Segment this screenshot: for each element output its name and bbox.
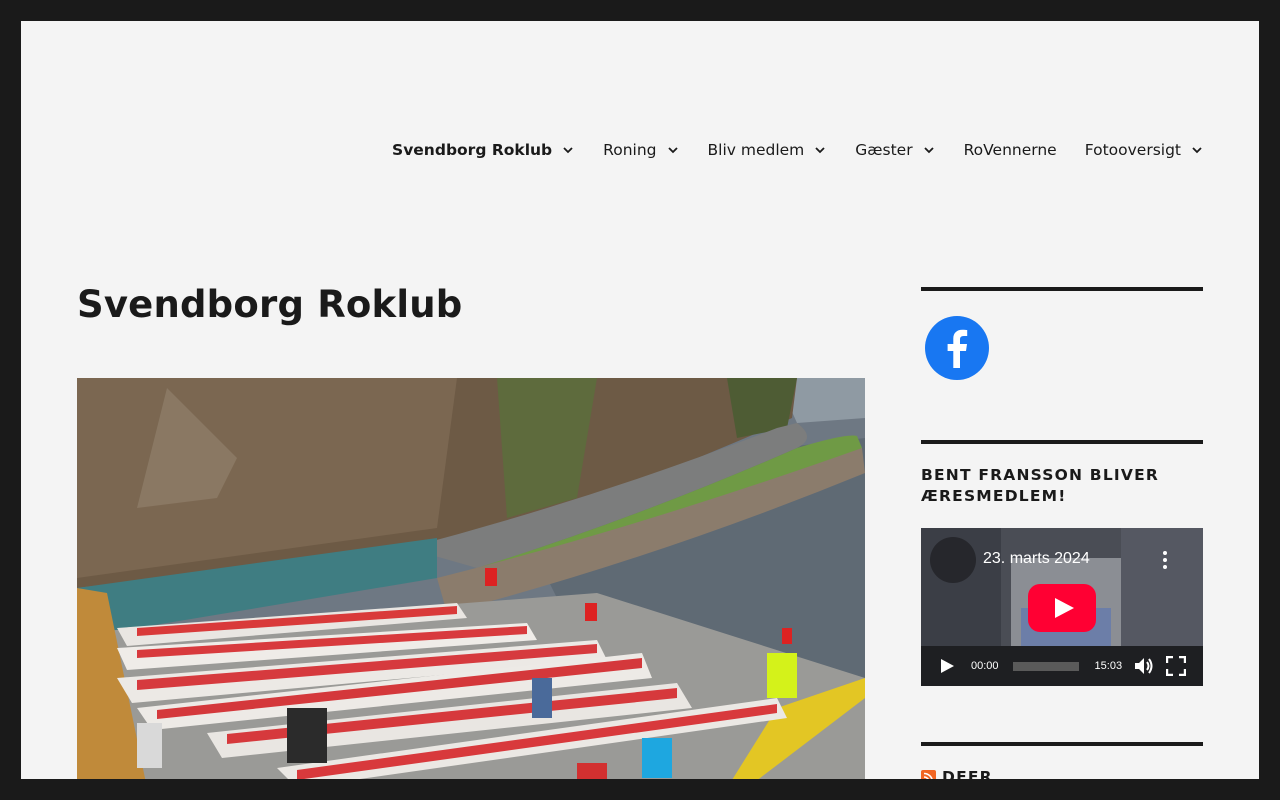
rss-widget-title: DFFR	[921, 768, 993, 779]
channel-avatar[interactable]	[930, 537, 976, 583]
main-navigation: Svendborg Roklub Roning Bliv medlem Gæst…	[392, 141, 1204, 159]
volume-icon[interactable]	[1134, 657, 1154, 675]
nav-item-roning[interactable]: Roning	[603, 141, 679, 159]
video-title[interactable]: 23. marts 2024	[983, 550, 1090, 568]
nav-item-label: Gæster	[855, 141, 913, 159]
page-title: Svendborg Roklub	[77, 283, 463, 326]
nav-item-label: RoVennerne	[963, 141, 1057, 159]
chevron-down-icon	[815, 147, 825, 154]
video-widget-title: BENT FRANSSON BLIVER ÆRESMEDLEM!	[921, 466, 1159, 505]
nav-item-label: Fotooversigt	[1084, 141, 1181, 159]
current-time: 00:00	[971, 660, 999, 672]
video-controls: 00:00 15:03	[921, 646, 1203, 686]
rss-icon[interactable]	[921, 769, 936, 780]
nav-item-fotooversigt[interactable]: Fotooversigt	[1085, 141, 1204, 159]
nav-item-label: Svendborg Roklub	[392, 141, 553, 159]
nav-item-svendborg-roklub[interactable]: Svendborg Roklub	[392, 141, 575, 159]
video-player[interactable]: 23. marts 2024 00:00 15:03	[921, 528, 1203, 686]
rss-widget-label[interactable]: DFFR	[942, 768, 993, 779]
fullscreen-icon[interactable]	[1166, 656, 1187, 676]
more-options-icon[interactable]	[1159, 550, 1171, 570]
chevron-down-icon	[1192, 147, 1202, 154]
nav-item-rovennerne[interactable]: RoVennerne	[964, 141, 1057, 159]
youtube-play-icon[interactable]	[1028, 584, 1096, 632]
widget-divider	[921, 287, 1203, 291]
widget-divider	[921, 742, 1203, 746]
nav-item-bliv-medlem[interactable]: Bliv medlem	[708, 141, 828, 159]
widget-divider	[921, 440, 1203, 444]
chevron-down-icon	[667, 147, 678, 154]
video-progress-bar[interactable]	[1012, 661, 1079, 671]
nav-item-label: Bliv medlem	[707, 141, 805, 159]
featured-image-rowing-boats	[77, 378, 865, 779]
nav-item-label: Roning	[603, 141, 657, 159]
site-container: Svendborg Roklub Roning Bliv medlem Gæst…	[21, 21, 1259, 779]
facebook-icon[interactable]	[925, 316, 989, 380]
chevron-down-icon	[923, 147, 934, 154]
play-icon[interactable]	[939, 658, 955, 674]
chevron-down-icon	[563, 147, 573, 154]
video-duration: 15:03	[1094, 660, 1123, 672]
nav-item-gaester[interactable]: Gæster	[855, 141, 935, 159]
